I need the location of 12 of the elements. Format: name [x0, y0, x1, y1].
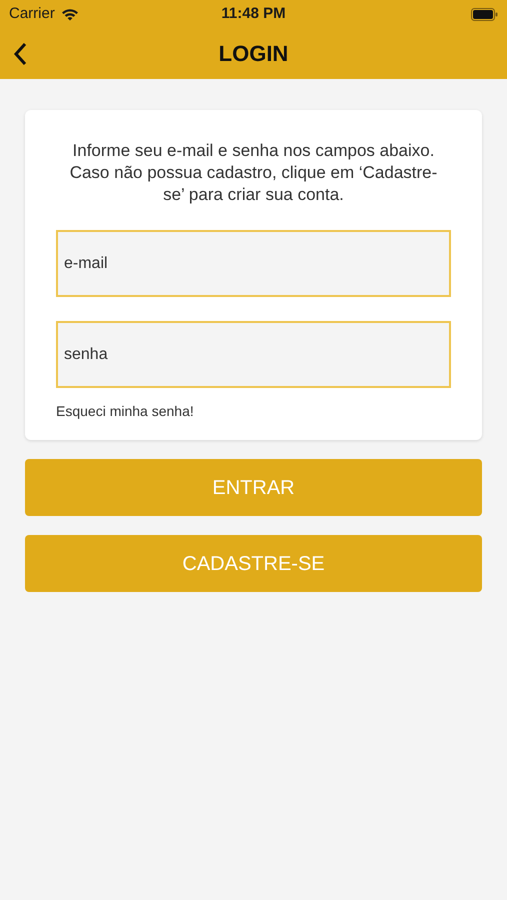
instructions-text: Informe seu e-mail e senha nos campos abaixo. Caso não possua cadastro, clique em ‘Cadastre-se’ para criar sua conta.	[68, 140, 438, 206]
wifi-icon	[60, 8, 79, 20]
login-button[interactable]: ENTRAR	[25, 459, 482, 516]
page-title: LOGIN	[218, 40, 288, 68]
chevron-left-icon	[13, 42, 27, 66]
register-button[interactable]: CADASTRE-SE	[25, 535, 482, 592]
email-field[interactable]: e-mail	[56, 230, 451, 297]
status-time: 11:48 PM	[221, 4, 286, 24]
carrier-label: Carrier	[9, 4, 55, 24]
forgot-password-link[interactable]: Esqueci minha senha!	[56, 401, 194, 422]
battery-icon	[471, 8, 498, 20]
password-field[interactable]: senha	[56, 321, 451, 388]
